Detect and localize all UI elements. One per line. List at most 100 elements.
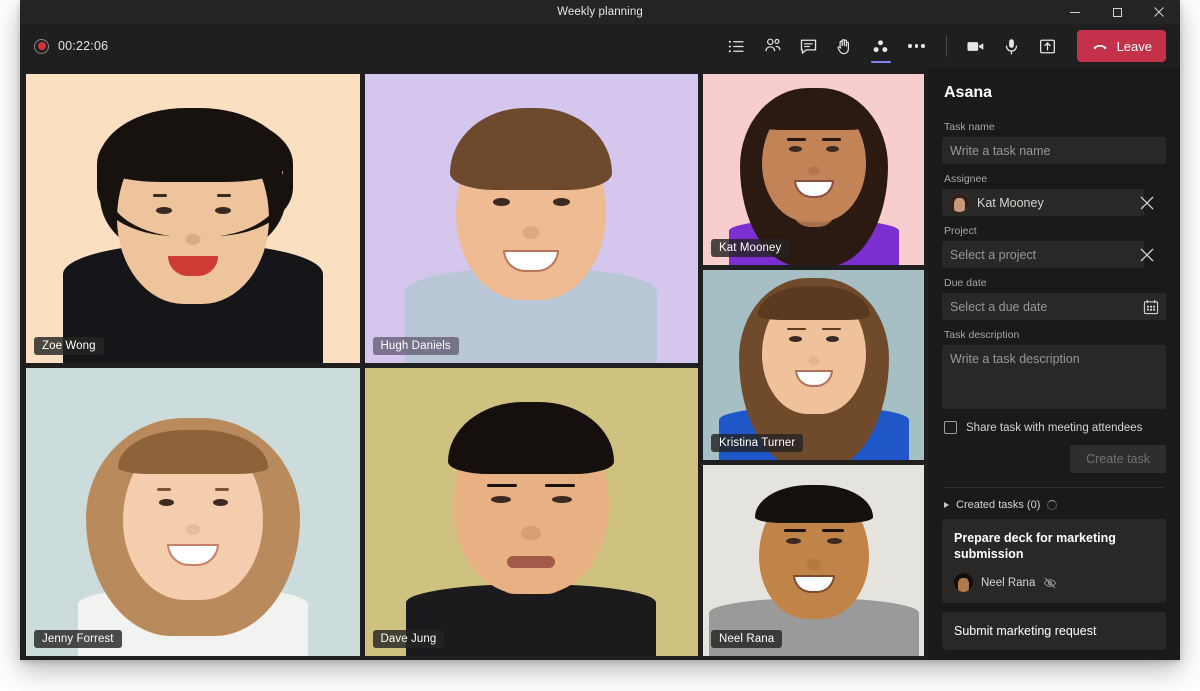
participant-portrait <box>703 465 924 657</box>
leave-button-label: Leave <box>1116 38 1152 54</box>
eye-off-icon <box>1043 576 1057 590</box>
hang-up-icon <box>1092 45 1107 50</box>
minimize-button[interactable] <box>1054 0 1096 24</box>
clear-project-button[interactable] <box>1136 244 1158 266</box>
meeting-body: Zoe Wong Hugh Daniels Jenny Forrest Dave… <box>20 68 1180 660</box>
minimize-icon <box>1070 11 1080 13</box>
created-task-meta: Neel Rana <box>954 573 1154 592</box>
microphone-button[interactable] <box>994 28 1030 64</box>
assignee-value: Kat Mooney <box>977 195 1044 210</box>
video-tile-zoe-wong[interactable]: Zoe Wong <box>26 74 360 363</box>
project-value: Select a project <box>950 247 1037 262</box>
apps-button[interactable] <box>863 28 899 64</box>
share-screen-icon <box>1040 39 1056 53</box>
participant-portrait <box>703 74 924 265</box>
calendar-icon <box>1143 299 1159 314</box>
share-task-checkbox[interactable] <box>944 421 957 434</box>
calendar-picker-button[interactable] <box>1143 299 1159 315</box>
maximize-icon <box>1112 7 1122 17</box>
created-task-item[interactable]: Submit marketing request <box>942 612 1166 650</box>
task-description-input[interactable]: Write a task description <box>942 345 1166 409</box>
close-icon <box>1140 196 1154 209</box>
create-task-button[interactable]: Create task <box>1070 445 1166 473</box>
video-tile-kristina-turner[interactable]: Kristina Turner <box>703 269 924 461</box>
teams-meeting-window: Weekly planning 00:22:06 Leave Zoe Wong … <box>20 0 1180 660</box>
video-tile-hugh-daniels[interactable]: Hugh Daniels <box>364 74 699 363</box>
asana-panel-title: Asana <box>944 84 993 101</box>
agenda-button[interactable] <box>719 28 755 64</box>
camera-button[interactable] <box>958 28 994 64</box>
participant-name-tag: Kristina Turner <box>711 434 804 453</box>
share-task-checkbox-row[interactable]: Share task with meeting attendees <box>944 421 1166 434</box>
video-tile-neel-rana[interactable]: Neel Rana <box>703 465 924 657</box>
participant-portrait <box>703 270 924 461</box>
participant-name-tag: Jenny Forrest <box>34 630 122 648</box>
created-task-assignee: Neel Rana <box>981 576 1036 589</box>
video-tile-kat-mooney[interactable]: Kat Mooney <box>703 74 924 265</box>
window-title-bar: Weekly planning <box>20 0 1180 24</box>
asana-panel: Asana Task name Write a task name Assign… <box>928 68 1180 660</box>
video-tile-jenny-forrest[interactable]: Jenny Forrest <box>26 367 360 656</box>
camera-icon <box>967 41 984 51</box>
due-date-label: Due date <box>944 277 987 289</box>
assignee-avatar <box>950 193 969 212</box>
more-options-button[interactable] <box>899 28 935 64</box>
recording-time: 00:22:06 <box>58 39 109 53</box>
meeting-toolbar: 00:22:06 Leave <box>20 24 1180 68</box>
recording-indicator: 00:22:06 <box>34 38 109 54</box>
video-tile-dave-jung[interactable]: Dave Jung <box>364 367 699 656</box>
due-date-value: Select a due date <box>950 299 1048 314</box>
created-task-item[interactable]: Prepare deck for marketing submission Ne… <box>942 519 1166 603</box>
video-grid-side-column: Kat Mooney Kristina Turner Neel Rana <box>703 74 924 657</box>
close-icon <box>1140 248 1154 261</box>
project-row: Select a project <box>942 241 1166 268</box>
create-task-row: Create task <box>942 445 1166 473</box>
video-grid-row-1: Zoe Wong Hugh Daniels <box>26 74 698 363</box>
apps-icon <box>873 39 888 52</box>
participant-name-tag: Zoe Wong <box>34 336 104 355</box>
participant-name-tag: Kat Mooney <box>711 238 790 257</box>
share-task-checkbox-label: Share task with meeting attendees <box>966 421 1143 434</box>
more-options-icon <box>908 44 925 48</box>
participant-portrait <box>365 74 699 363</box>
people-icon <box>764 38 781 52</box>
assignee-input[interactable]: Kat Mooney <box>942 189 1154 216</box>
refresh-icon[interactable] <box>1047 500 1058 510</box>
maximize-button[interactable] <box>1096 0 1138 24</box>
microphone-icon <box>1005 38 1018 55</box>
task-name-input[interactable]: Write a task name <box>942 137 1166 164</box>
participants-button[interactable] <box>755 28 791 64</box>
chat-button[interactable] <box>791 28 827 64</box>
raise-hand-icon <box>837 38 850 54</box>
participant-portrait <box>365 368 699 656</box>
panel-divider <box>944 487 1164 488</box>
participant-name-tag: Neel Rana <box>711 630 783 649</box>
participant-portrait <box>26 368 360 656</box>
project-label: Project <box>944 225 977 237</box>
asana-panel-content: Task name Write a task name Assignee Kat… <box>928 112 1180 660</box>
raise-hand-button[interactable] <box>827 28 863 64</box>
chat-icon <box>800 39 817 54</box>
assignee-row: Kat Mooney <box>942 189 1166 216</box>
project-input[interactable]: Select a project <box>942 241 1154 268</box>
close-button[interactable] <box>1138 0 1180 24</box>
video-grid-row-2: Jenny Forrest Dave Jung <box>26 367 699 656</box>
clear-assignee-button[interactable] <box>1136 192 1158 214</box>
created-task-title: Submit marketing request <box>954 624 1097 638</box>
toolbar-divider <box>945 35 947 57</box>
video-grid: Zoe Wong Hugh Daniels Jenny Forrest Dave… <box>20 68 928 660</box>
leave-button[interactable]: Leave <box>1076 30 1166 62</box>
video-grid-main-column: Zoe Wong Hugh Daniels Jenny Forrest Dave… <box>26 74 698 656</box>
created-task-avatar <box>954 573 973 592</box>
share-screen-button[interactable] <box>1030 28 1066 64</box>
created-task-title: Prepare deck for marketing submission <box>954 531 1116 561</box>
task-description-label: Task description <box>944 329 1020 341</box>
close-icon <box>1154 7 1164 17</box>
asana-panel-header: Asana <box>928 68 1180 112</box>
created-tasks-header[interactable]: Created tasks (0) <box>944 499 1166 511</box>
due-date-input[interactable]: Select a due date <box>942 293 1166 320</box>
agenda-icon <box>728 40 744 52</box>
chevron-right-icon <box>944 502 949 508</box>
assignee-label: Assignee <box>944 173 988 185</box>
window-title: Weekly planning <box>557 6 643 18</box>
